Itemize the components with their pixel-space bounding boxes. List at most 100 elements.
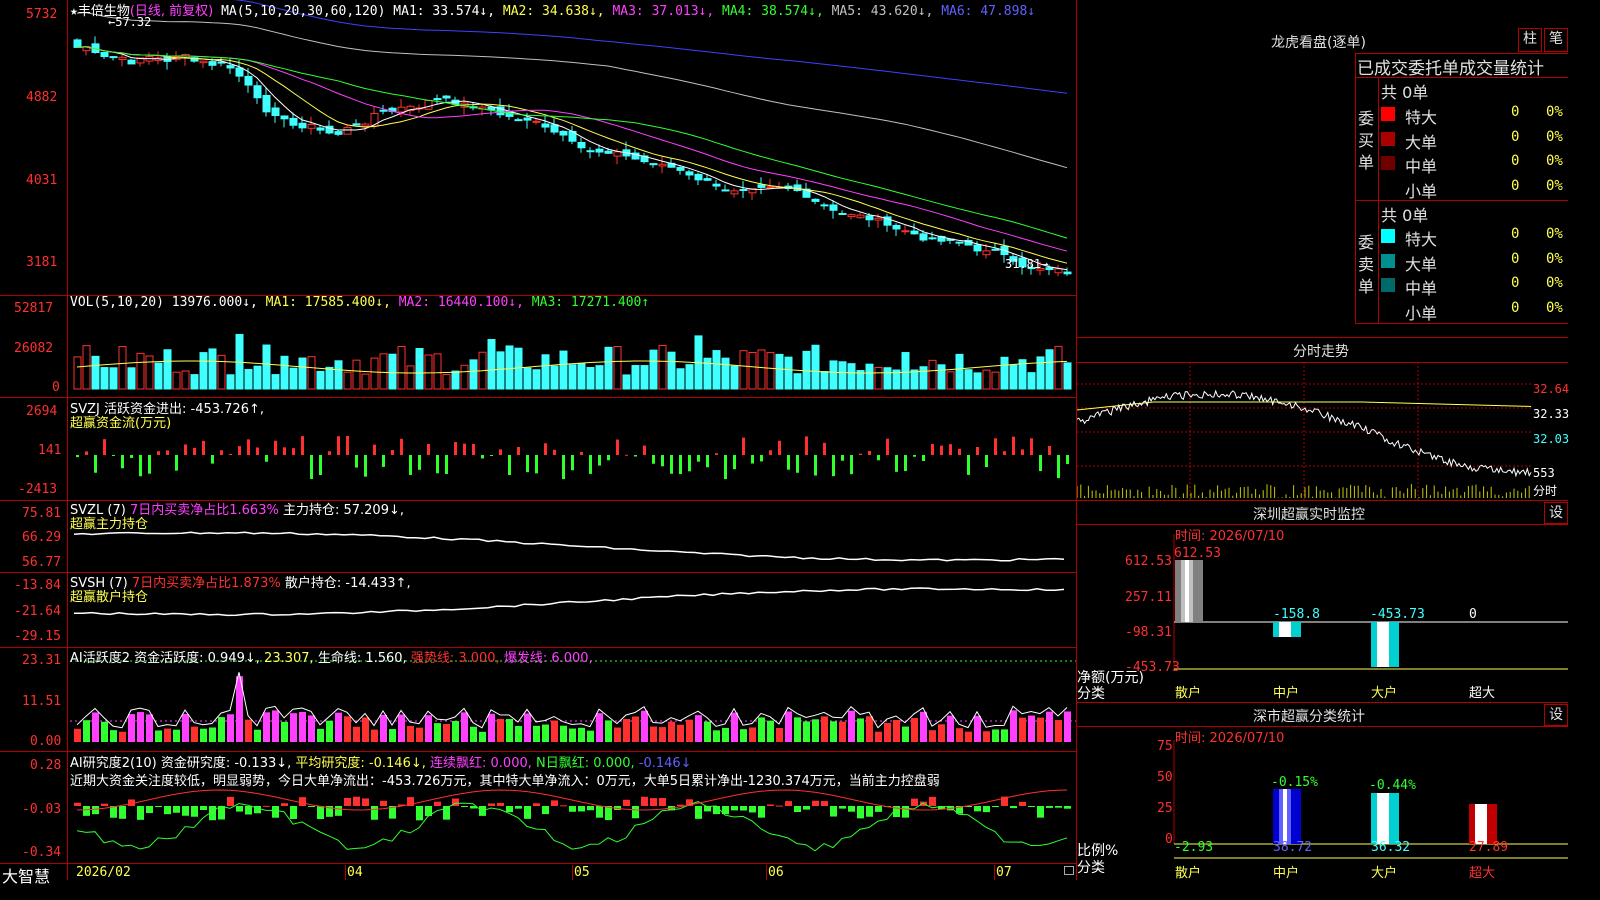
monitor-category: 散户 <box>1175 686 1202 701</box>
candle-body <box>559 130 568 136</box>
active-bar <box>434 723 441 742</box>
research-bar <box>641 796 648 806</box>
research-bar <box>866 806 873 817</box>
active-bar <box>659 727 666 742</box>
research-bar <box>461 806 468 807</box>
stats-tabs[interactable]: 已成交委托单成交量统计 <box>1357 54 1544 79</box>
order-pct: 0% <box>1546 275 1563 291</box>
divider <box>1077 500 1568 501</box>
candle-body <box>703 178 712 181</box>
research-bar <box>983 806 990 813</box>
candle-body <box>316 127 325 131</box>
candle-body <box>856 214 865 219</box>
order-pct: 0% <box>1546 153 1563 169</box>
active-bar <box>389 729 396 742</box>
volume-bar <box>964 369 973 390</box>
active-bar <box>830 721 837 742</box>
active-bar <box>902 726 909 742</box>
order-color-swatch <box>1381 253 1395 268</box>
flow-bar <box>904 455 907 472</box>
ma5-value: MA5: 43.620↓, <box>831 4 934 19</box>
intraday-chart[interactable] <box>1077 362 1568 500</box>
monitor-tick: -98.31 <box>1125 625 1172 640</box>
active-bar <box>1046 711 1053 742</box>
volume-bar <box>469 359 478 390</box>
active-bar <box>533 725 540 742</box>
volume-bar <box>127 367 136 390</box>
flow-bar <box>310 455 313 479</box>
research-bar <box>281 803 288 806</box>
active-bar <box>992 729 999 742</box>
candle-body <box>361 123 370 127</box>
volume-bar <box>1036 356 1045 390</box>
brand-logo[interactable]: 大智慧 <box>2 863 50 887</box>
monitor-bar-value: 612.53 <box>1174 546 1221 561</box>
volume-bar <box>487 339 496 390</box>
candle-body <box>730 190 739 195</box>
volume-bar <box>496 351 505 390</box>
flow-bar <box>787 455 790 470</box>
date-tick <box>766 865 767 880</box>
flow-bar <box>535 455 538 474</box>
volume-bar <box>244 369 253 390</box>
active-bar <box>551 720 558 742</box>
divider <box>1077 337 1568 338</box>
research-bar <box>794 806 801 812</box>
flow-bar <box>481 455 484 459</box>
vol-tick: 0 <box>52 380 60 395</box>
flow-bar <box>553 449 556 455</box>
svzj-tick: 2694 <box>26 404 58 419</box>
active-bar <box>956 728 963 742</box>
chart-area[interactable]: 5732 4882 4031 3181 52817 26082 0 2694 1… <box>0 0 1076 900</box>
research-bar <box>749 806 756 813</box>
active-bar <box>722 727 729 742</box>
lock-icon[interactable] <box>1064 866 1074 875</box>
flow-bar <box>436 455 439 474</box>
research-bar <box>578 806 585 812</box>
active-bar <box>938 724 945 742</box>
candlesticks <box>73 36 1072 277</box>
candle-body <box>739 188 748 191</box>
favorite-star-icon[interactable]: ★ <box>70 4 78 19</box>
buy-side-label: 委买单 <box>1357 109 1374 172</box>
order-color-swatch <box>1381 156 1395 170</box>
active-bar <box>767 720 774 742</box>
active-bar <box>713 730 720 742</box>
research-bar <box>1019 801 1026 806</box>
active-bar <box>254 729 261 742</box>
research-bar <box>506 806 513 813</box>
monitor-category: 超大 <box>1469 686 1496 701</box>
active-bar <box>1037 717 1044 742</box>
stats-settings-button[interactable]: 设 <box>1544 704 1568 726</box>
monitor-bar <box>1273 622 1301 637</box>
active-bar <box>101 721 108 742</box>
research-bar <box>596 806 603 818</box>
research-bar <box>839 806 846 809</box>
order-size-label: 大单 <box>1405 254 1438 274</box>
price-tick: 4882 <box>26 90 58 105</box>
divider <box>1077 702 1568 703</box>
flow-bar <box>688 455 691 472</box>
research-bar <box>650 798 657 806</box>
candle-body <box>676 167 685 171</box>
bar-mode-button[interactable]: 柱 <box>1518 28 1542 52</box>
active-bar <box>596 713 603 742</box>
monitor-xlabel: 分类 <box>1077 686 1105 702</box>
volume-bar <box>901 352 910 390</box>
research-bar <box>164 806 171 815</box>
volume-bar <box>577 362 586 390</box>
order-qty: 0 <box>1511 275 1520 291</box>
flow-bar <box>472 443 475 455</box>
tick-mode-button[interactable]: 笔 <box>1544 28 1568 52</box>
flow-bar <box>238 446 241 455</box>
volume-bar <box>289 367 298 390</box>
candle-body <box>1054 268 1063 274</box>
svzl-tick: 56.77 <box>22 555 62 570</box>
monitor-settings-button[interactable]: 设 <box>1544 502 1568 524</box>
volume-bar <box>757 349 766 390</box>
active-bar <box>623 719 630 742</box>
active-bar <box>110 730 117 742</box>
volume-bar <box>991 371 1000 390</box>
high-marker: ←57.32 <box>108 15 152 29</box>
intraday-vol-tick: 553 <box>1533 466 1555 480</box>
